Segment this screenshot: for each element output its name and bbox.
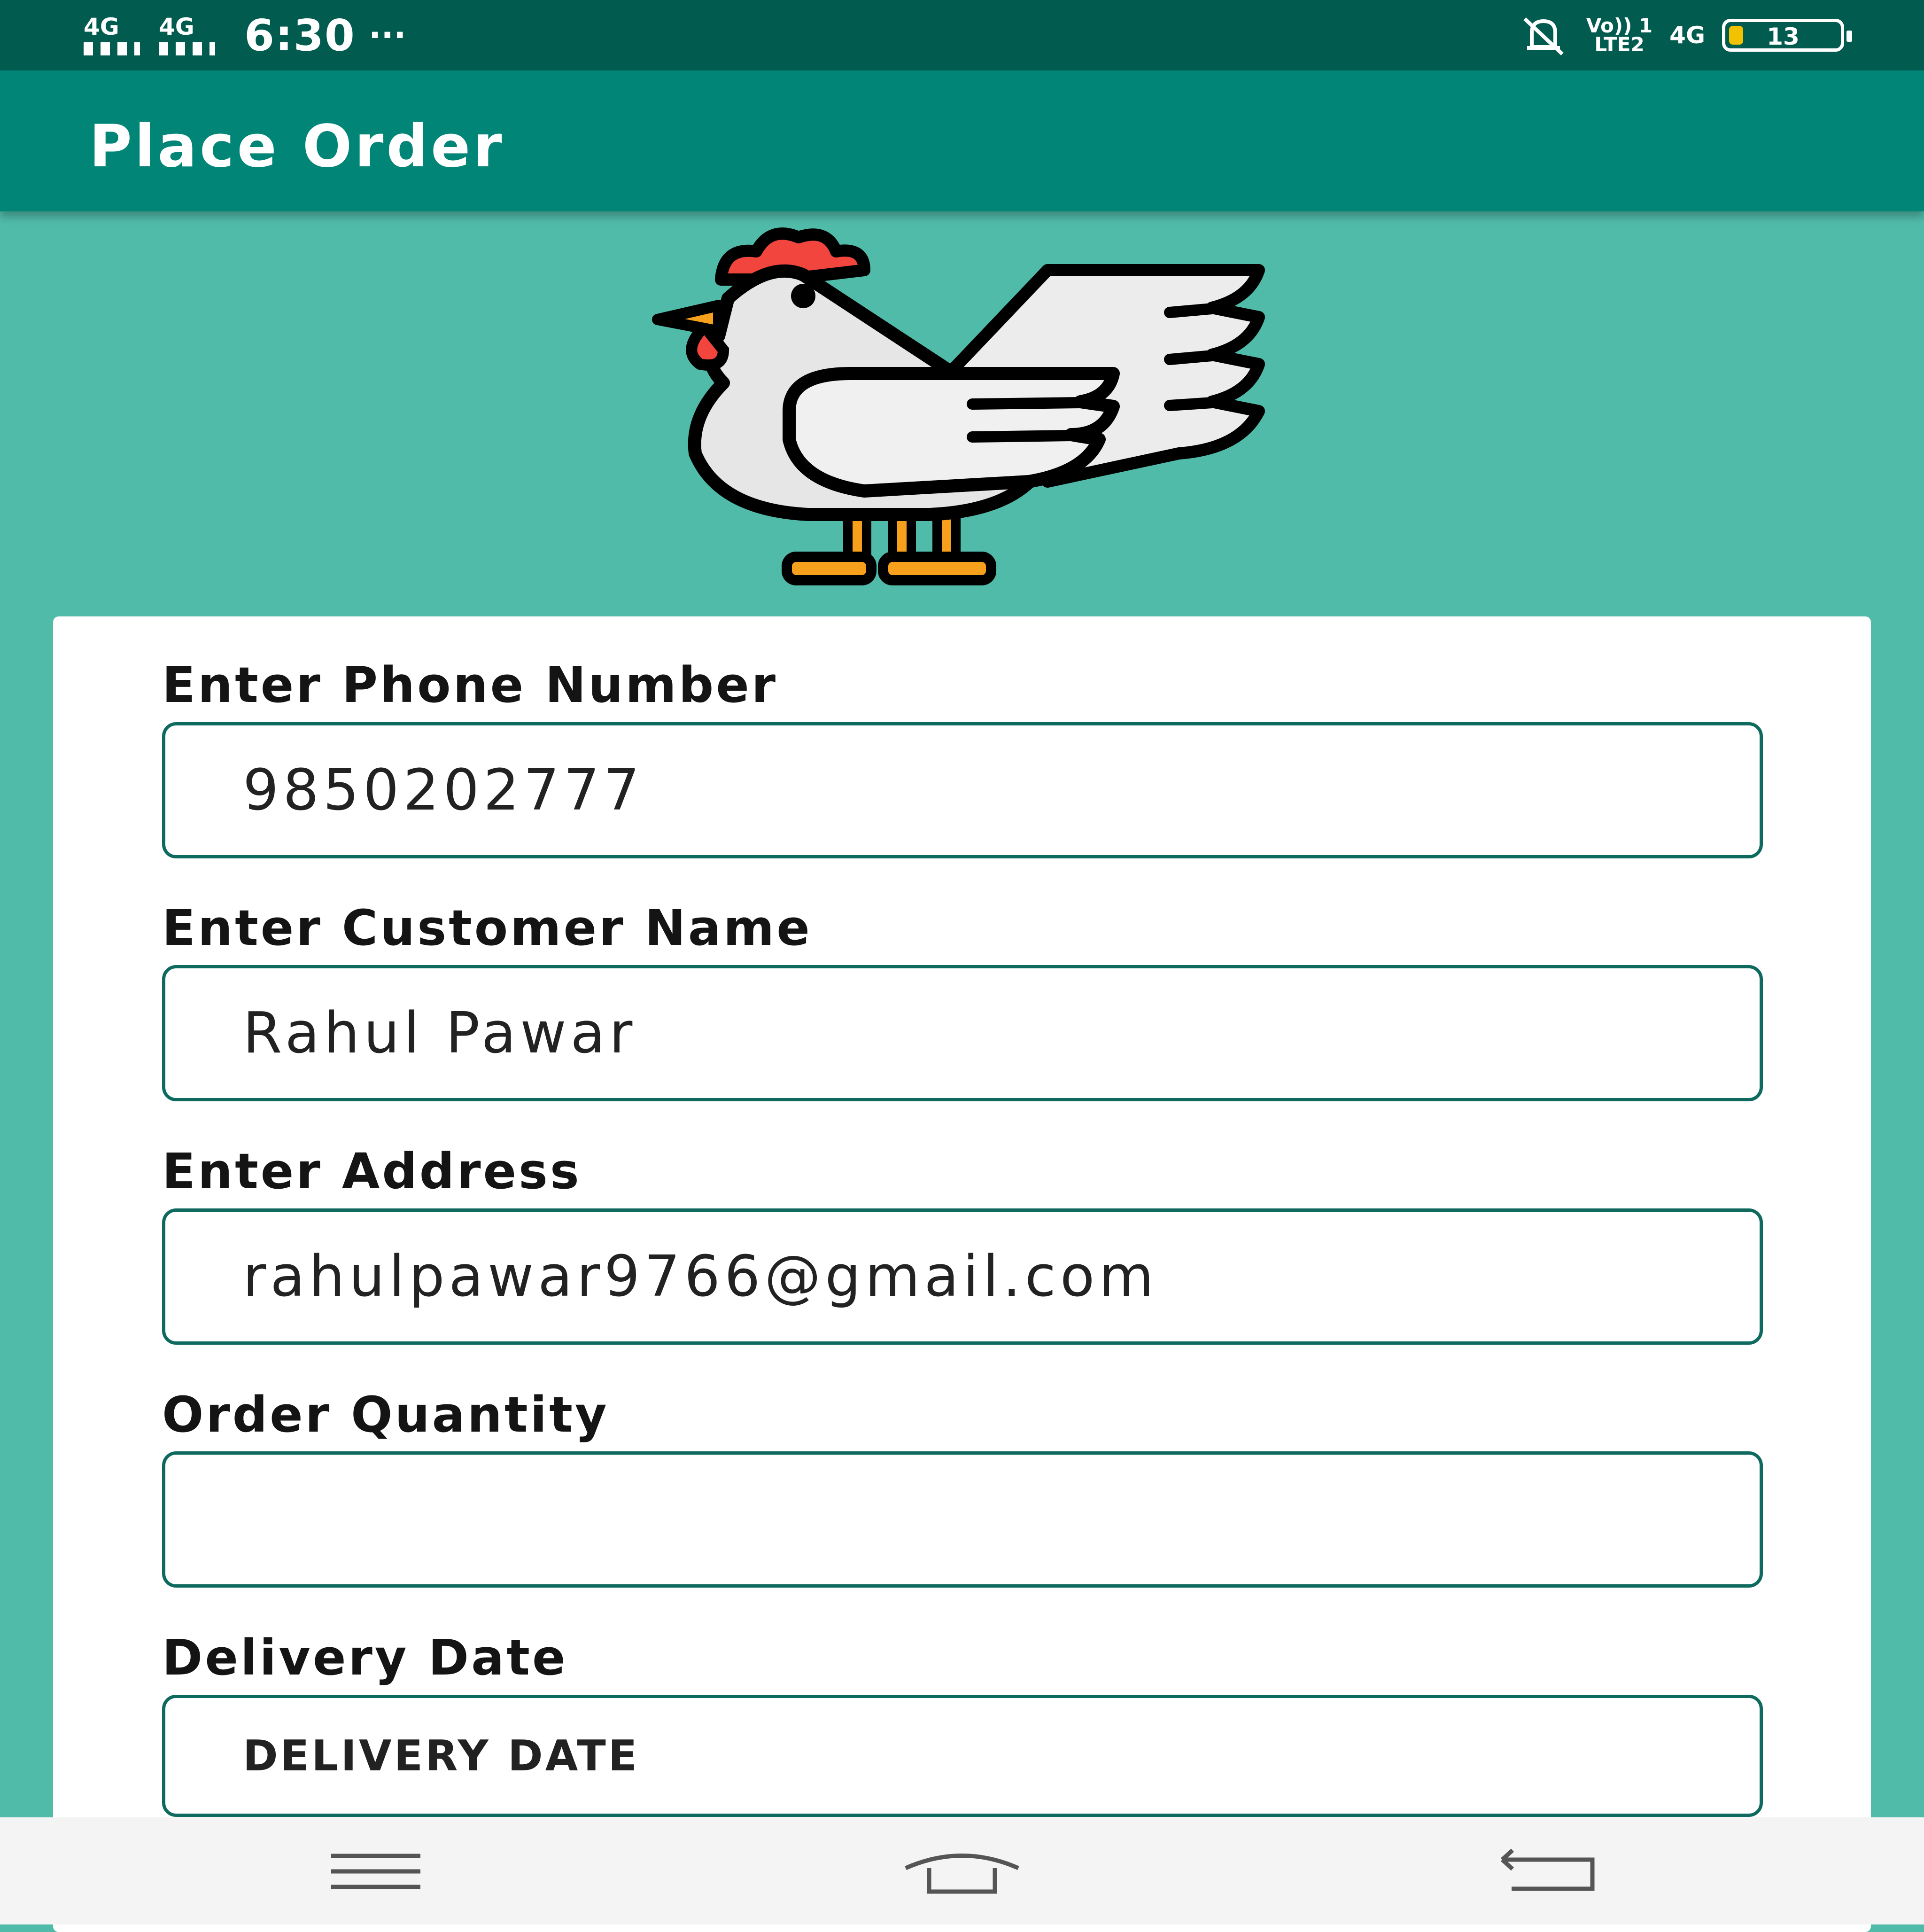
home-icon[interactable] <box>901 1836 1023 1907</box>
quantity-label: Order Quantity <box>162 1386 609 1443</box>
network-type-right: 4G <box>1669 22 1705 49</box>
battery-cap <box>1846 31 1852 42</box>
status-left: 4G 4G 6:30 ··· <box>80 9 406 61</box>
system-nav-bar <box>0 1817 1924 1924</box>
delivery-date-label: Delivery Date <box>162 1629 568 1686</box>
volte-line2: LTE2 <box>1594 33 1645 56</box>
address-field[interactable] <box>162 1208 1763 1345</box>
delivery-date-button[interactable]: DELIVERY DATE <box>162 1695 1763 1817</box>
volte-indicator: Vo)) 1 LTE2 <box>1586 14 1653 56</box>
delivery-date-button-label: DELIVERY DATE <box>243 1731 640 1781</box>
phone-label: Enter Phone Number <box>162 656 778 714</box>
silent-bell-icon <box>1523 17 1564 55</box>
battery-icon: 13 <box>1722 19 1852 52</box>
customer-name-field[interactable] <box>162 965 1763 1101</box>
phone-input[interactable] <box>243 725 1741 855</box>
quantity-field[interactable] <box>162 1451 1763 1588</box>
address-input[interactable] <box>243 1212 1741 1341</box>
volte-line1: Vo)) 1 <box>1586 14 1653 37</box>
status-right: Vo)) 1 LTE2 4G 13 <box>1518 9 1852 61</box>
address-label: Enter Address <box>162 1143 582 1200</box>
order-form-card: Enter Phone Number Enter Customer Name E… <box>53 616 1871 1932</box>
customer-name-input[interactable] <box>243 968 1741 1098</box>
signal-icon: 4G <box>80 9 146 61</box>
quantity-input[interactable] <box>243 1455 1741 1584</box>
more-notifications-icon: ··· <box>368 16 406 55</box>
status-bar: 4G 4G 6:30 ··· Vo)) 1 LTE2 4G 13 <box>0 0 1924 70</box>
network-label-sim1: 4G <box>84 13 119 40</box>
back-icon[interactable] <box>1488 1836 1610 1907</box>
signal-bars-sim2 <box>159 42 215 55</box>
signal-icon: 4G <box>155 9 221 61</box>
status-time: 6:30 <box>244 10 356 61</box>
customer-name-label: Enter Customer Name <box>162 899 812 957</box>
network-label-sim2: 4G <box>159 13 194 40</box>
phone-field[interactable] <box>162 722 1763 858</box>
signal-bars-sim1 <box>84 42 140 55</box>
app-bar: Place Order <box>0 70 1924 211</box>
battery-percent: 13 <box>1767 23 1800 50</box>
menu-icon[interactable] <box>315 1836 437 1907</box>
rooster-icon <box>652 227 1265 585</box>
page-title: Place Order <box>89 113 505 180</box>
